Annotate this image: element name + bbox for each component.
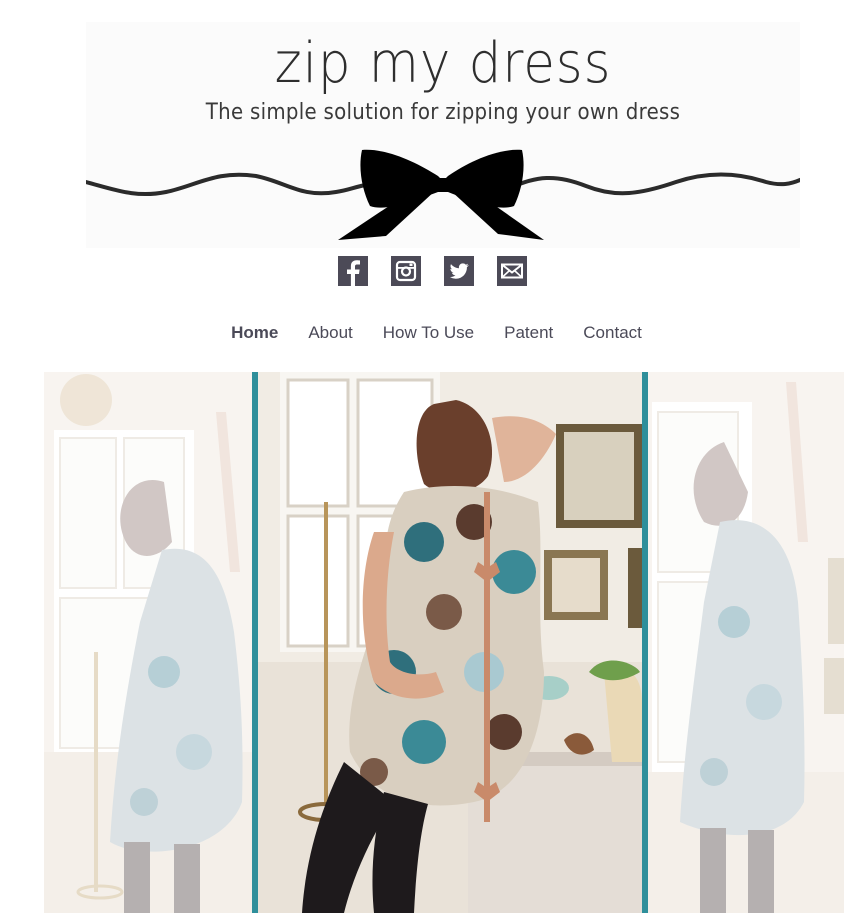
hero-photo-right <box>648 372 844 913</box>
twitter-icon[interactable] <box>444 256 474 286</box>
facebook-icon[interactable] <box>338 256 368 286</box>
hero-photo-left <box>44 372 252 913</box>
header-banner[interactable]: zip my dress The simple solution for zip… <box>86 22 800 248</box>
page: zip my dress The simple solution for zip… <box>0 0 867 913</box>
site-title: zip my dress <box>274 31 612 96</box>
social-links <box>0 256 867 286</box>
bow-ribbon-logo <box>86 149 800 240</box>
nav-item-how-to-use[interactable]: How To Use <box>383 322 474 344</box>
hero-divider-left <box>252 372 258 913</box>
email-icon[interactable] <box>497 256 527 286</box>
hero-divider-right <box>642 372 648 913</box>
hero-photo-center <box>258 372 642 913</box>
main-nav: Home About How To Use Patent Contact <box>6 322 867 344</box>
hero-image-collage <box>44 372 844 913</box>
nav-item-home[interactable]: Home <box>231 322 278 344</box>
instagram-icon[interactable] <box>391 256 421 286</box>
nav-item-patent[interactable]: Patent <box>504 322 553 344</box>
site-tagline: The simple solution for zipping your own… <box>205 100 681 125</box>
nav-item-about[interactable]: About <box>308 322 352 344</box>
nav-item-contact[interactable]: Contact <box>583 322 642 344</box>
